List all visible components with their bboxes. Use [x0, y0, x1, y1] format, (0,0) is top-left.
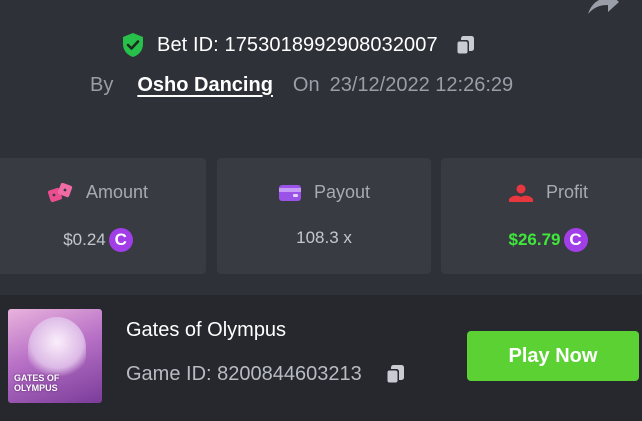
payout-value-row: 108.3 x: [217, 228, 431, 248]
bet-timestamp: 23/12/2022 12:26:29: [329, 73, 514, 96]
profit-header: Profit: [441, 182, 642, 203]
by-label: By: [90, 73, 114, 96]
copy-game-id-button[interactable]: [384, 363, 406, 385]
play-now-button[interactable]: Play Now: [467, 331, 639, 381]
bet-header: Bet ID: 1753018992908032007 By Osho Danc…: [0, 30, 642, 110]
amount-value: $0.24: [63, 230, 106, 249]
coin-icon: C: [563, 228, 588, 252]
amount-card: Amount $0.24 C: [0, 158, 206, 274]
profit-card: Profit $26.79 C: [441, 158, 642, 274]
amount-header: Amount: [0, 182, 206, 203]
payout-label: Payout: [313, 182, 371, 202]
bet-stats: Amount $0.24 C Payout 108.3 x Profit $26…: [0, 158, 642, 274]
amount-value-row: $0.24 C: [0, 228, 206, 252]
dice-icon: [47, 182, 73, 202]
copy-icon: [385, 365, 404, 384]
payout-value: 108.3 x: [296, 228, 352, 247]
profit-label: Profit: [545, 182, 588, 202]
payout-card: Payout 108.3 x: [217, 158, 431, 274]
copy-icon: [455, 36, 474, 55]
payout-header: Payout: [217, 182, 431, 203]
copy-bet-id-button[interactable]: [454, 34, 476, 56]
username-link[interactable]: Osho Dancing: [137, 74, 273, 97]
on-label: On: [292, 73, 320, 96]
game-title: Gates of Olympus: [126, 319, 287, 341]
thumbnail-logo-text: GATES OF OLYMPUS: [14, 373, 60, 393]
share-icon[interactable]: [586, 0, 620, 16]
profit-value-row: $26.79 C: [441, 228, 642, 252]
shield-check-icon: [123, 33, 143, 57]
bet-id: Bet ID: 1753018992908032007: [157, 33, 438, 56]
thumbnail-figure: [28, 317, 86, 379]
game-id-row: Game ID: 8200844603213: [126, 359, 406, 389]
bet-author-row: By Osho Dancing On 23/12/2022 12:26:29: [90, 70, 513, 100]
wallet-icon: [278, 184, 301, 201]
game-id: Game ID: 8200844603213: [126, 362, 362, 385]
profit-icon: [508, 184, 533, 202]
game-thumbnail[interactable]: GATES OF OLYMPUS: [8, 309, 102, 403]
profit-value: $26.79: [508, 230, 561, 249]
game-row: GATES OF OLYMPUS Gates of Olympus Game I…: [0, 295, 642, 421]
bet-id-row: Bet ID: 1753018992908032007: [121, 30, 476, 60]
coin-icon: C: [108, 228, 133, 252]
amount-label: Amount: [85, 182, 149, 202]
